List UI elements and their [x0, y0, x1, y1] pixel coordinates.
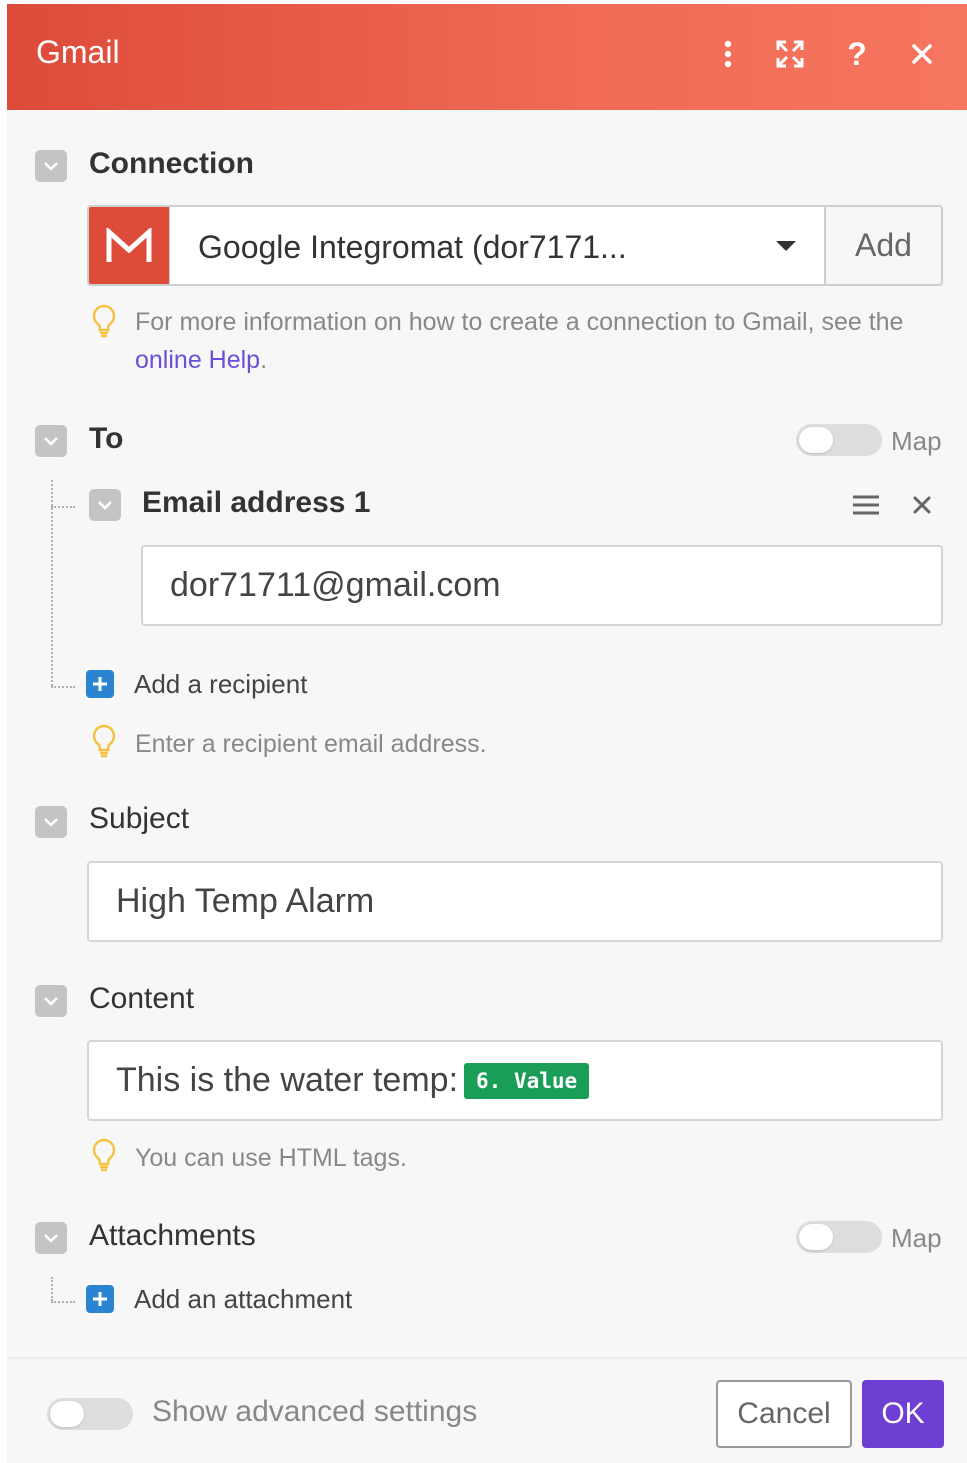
mapped-value-pill[interactable]: 6. Value — [464, 1062, 590, 1099]
gmail-module-dialog: Gmail ? Connection Google Integromat (do — [7, 4, 967, 1463]
tree-connector — [51, 506, 75, 508]
email-address-input[interactable]: dor71711@gmail.com — [141, 545, 943, 626]
to-label: To — [89, 422, 124, 455]
to-collapse-chevron-icon[interactable] — [35, 425, 67, 457]
tree-connector — [51, 1277, 53, 1301]
content-hint: You can use HTML tags. — [135, 1144, 407, 1172]
kebab-menu-icon[interactable] — [708, 34, 748, 74]
lightbulb-icon — [92, 1138, 116, 1172]
attachments-collapse-chevron-icon[interactable] — [35, 1222, 67, 1254]
subject-input[interactable]: High Temp Alarm — [87, 861, 943, 942]
attachments-label: Attachments — [89, 1219, 256, 1252]
gmail-logo-icon — [89, 207, 169, 284]
connection-hint-suffix: . — [260, 346, 268, 374]
cancel-button[interactable]: Cancel — [716, 1380, 852, 1448]
content-collapse-chevron-icon[interactable] — [35, 985, 67, 1017]
expand-icon[interactable] — [770, 34, 810, 74]
toggle-knob — [50, 1401, 84, 1427]
online-help-link[interactable]: online Help — [135, 346, 260, 374]
dialog-title: Gmail — [36, 34, 120, 70]
add-connection-button[interactable]: Add — [824, 207, 941, 284]
lightbulb-icon — [92, 304, 116, 338]
dialog-header: Gmail ? — [7, 4, 967, 110]
add-recipient-link[interactable]: Add a recipient — [134, 669, 307, 700]
add-attachment-link[interactable]: Add an attachment — [134, 1284, 352, 1315]
lightbulb-icon — [92, 724, 116, 758]
connection-hint-text: For more information on how to create a … — [135, 308, 904, 336]
connection-label: Connection — [89, 147, 254, 180]
connection-selected-value: Google Integromat (dor7171... — [198, 229, 627, 265]
connection-hint: For more information on how to create a … — [135, 303, 950, 379]
add-attachment-plus-icon[interactable] — [86, 1285, 114, 1313]
email-address-collapse-chevron-icon[interactable] — [89, 489, 121, 521]
toggle-knob — [799, 427, 833, 453]
recipient-hint: Enter a recipient email address. — [135, 730, 487, 758]
attachments-map-label: Map — [891, 1223, 942, 1253]
content-label: Content — [89, 982, 195, 1015]
remove-recipient-icon[interactable] — [907, 490, 937, 520]
advanced-settings-label: Show advanced settings — [152, 1395, 478, 1428]
content-text: This is the water temp: — [116, 1061, 459, 1099]
to-map-toggle[interactable] — [796, 424, 882, 456]
close-icon[interactable] — [902, 34, 942, 74]
tree-connector — [51, 686, 75, 688]
subject-collapse-chevron-icon[interactable] — [35, 806, 67, 838]
content-input[interactable]: This is the water temp: 6. Value — [87, 1040, 943, 1121]
advanced-settings-toggle[interactable] — [47, 1398, 133, 1430]
connection-collapse-chevron-icon[interactable] — [35, 150, 67, 182]
tree-connector — [51, 480, 53, 686]
connection-field: Google Integromat (dor7171... Add — [87, 205, 943, 286]
email-address-item-label: Email address 1 — [142, 486, 371, 519]
to-map-label: Map — [891, 426, 942, 456]
toggle-knob — [799, 1224, 833, 1250]
connection-select[interactable]: Google Integromat (dor7171... — [169, 207, 824, 284]
attachments-map-toggle[interactable] — [796, 1221, 882, 1253]
ok-button[interactable]: OK — [862, 1380, 944, 1448]
footer-divider — [7, 1357, 967, 1359]
add-recipient-plus-icon[interactable] — [86, 670, 114, 698]
drag-handle-icon[interactable] — [849, 490, 883, 520]
help-icon[interactable]: ? — [837, 34, 877, 74]
tree-connector — [51, 1301, 75, 1303]
caret-down-icon — [776, 241, 796, 251]
subject-label: Subject — [89, 802, 190, 835]
